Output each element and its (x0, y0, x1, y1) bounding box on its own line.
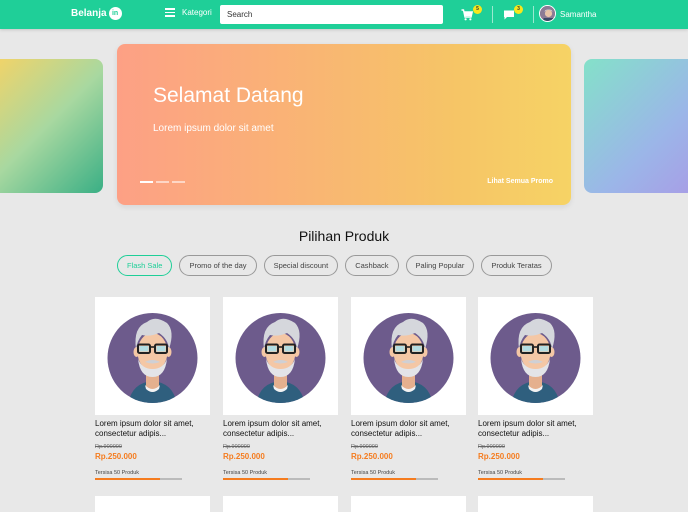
product-price: Rp.250.000 (478, 452, 520, 461)
kategori-menu-button[interactable]: Kategori (165, 8, 212, 17)
stock-progress-fill (351, 478, 417, 480)
product-filter-chips: Flash Sale Promo of the day Special disc… (117, 255, 559, 276)
stock-progress-fill (223, 478, 289, 480)
carousel-indicators (140, 181, 185, 183)
navbar: Belanja in Kategori 5 3 Samantha (0, 0, 688, 29)
kategori-label: Kategori (182, 8, 212, 17)
hero-title: Selamat Datang (153, 84, 304, 107)
product-image[interactable] (223, 297, 338, 415)
chip-produk-teratas[interactable]: Produk Teratas (481, 255, 552, 276)
product-stock-label: Tersisa 50 Produk (351, 470, 396, 476)
stock-progress-bar (223, 478, 310, 480)
product-name[interactable]: Lorem ipsum dolor sit amet, consectetur … (223, 419, 338, 439)
product-price: Rp.250.000 (95, 452, 137, 461)
avatar-image (540, 6, 555, 21)
stock-progress-fill (478, 478, 544, 480)
stock-progress-bar (95, 478, 182, 480)
user-avatar[interactable] (539, 5, 556, 22)
carousel-dot[interactable] (140, 181, 153, 183)
chip-promo-of-the-day[interactable]: Promo of the day (179, 255, 257, 276)
chat-icon (504, 10, 514, 20)
product-price: Rp.250.000 (223, 452, 265, 461)
product-card[interactable]: Lorem ipsum dolor sit amet, consectetur … (351, 297, 466, 480)
product-image[interactable] (478, 297, 593, 415)
search-input[interactable] (220, 5, 443, 24)
product-card[interactable] (223, 496, 338, 512)
product-card[interactable]: Lorem ipsum dolor sit amet, consectetur … (223, 297, 338, 480)
cart-count-badge: 5 (473, 5, 482, 14)
product-old-price: Rp.900000 (95, 444, 122, 450)
stock-progress-bar (478, 478, 565, 480)
product-card[interactable] (351, 496, 466, 512)
product-card[interactable]: Lorem ipsum dolor sit amet, consectetur … (95, 297, 210, 480)
product-name[interactable]: Lorem ipsum dolor sit amet, consectetur … (95, 419, 210, 439)
chat-count-badge: 3 (514, 5, 523, 14)
chip-cashback[interactable]: Cashback (345, 255, 399, 276)
carousel-dot[interactable] (172, 181, 185, 183)
hero-banner: Selamat Datang Lorem ipsum dolor sit ame… (117, 44, 571, 205)
hero-subtitle: Lorem ipsum dolor sit amet (153, 123, 274, 134)
hamburger-menu-icon (165, 8, 175, 17)
brand-name: Belanja (71, 8, 107, 19)
product-old-price: Rp.900000 (351, 444, 378, 450)
chip-special-discount[interactable]: Special discount (263, 255, 339, 276)
brand-badge: in (108, 7, 122, 20)
view-all-promo-link[interactable]: Lihat Semua Promo (487, 178, 553, 185)
stock-progress-fill (95, 478, 161, 480)
product-card[interactable] (95, 496, 210, 512)
navbar-divider (533, 6, 534, 23)
carousel-next-slide[interactable] (584, 59, 688, 193)
chip-paling-popular[interactable]: Paling Popular (405, 255, 475, 276)
stock-progress-bar (351, 478, 438, 480)
carousel-prev-slide[interactable] (0, 59, 103, 193)
chip-flash-sale[interactable]: Flash Sale (117, 255, 173, 276)
product-stock-label: Tersisa 50 Produk (95, 470, 140, 476)
product-name[interactable]: Lorem ipsum dolor sit amet, consectetur … (351, 419, 466, 439)
product-stock-label: Tersisa 50 Produk (223, 470, 268, 476)
navbar-divider (492, 6, 493, 23)
brand-logo[interactable]: Belanja in (71, 7, 122, 20)
product-card[interactable]: Lorem ipsum dolor sit amet, consectetur … (478, 297, 593, 480)
product-stock-label: Tersisa 50 Produk (478, 470, 523, 476)
product-old-price: Rp.900000 (223, 444, 250, 450)
product-card[interactable] (478, 496, 593, 512)
username[interactable]: Samantha (560, 10, 596, 19)
product-old-price: Rp.900000 (478, 444, 505, 450)
product-image[interactable] (351, 297, 466, 415)
section-title: Pilihan Produk (298, 228, 390, 244)
cart-icon (461, 9, 474, 21)
product-image[interactable] (95, 297, 210, 415)
carousel-dot[interactable] (156, 181, 169, 183)
product-price: Rp.250.000 (351, 452, 393, 461)
cart-button[interactable] (461, 8, 474, 21)
product-name[interactable]: Lorem ipsum dolor sit amet, consectetur … (478, 419, 593, 439)
